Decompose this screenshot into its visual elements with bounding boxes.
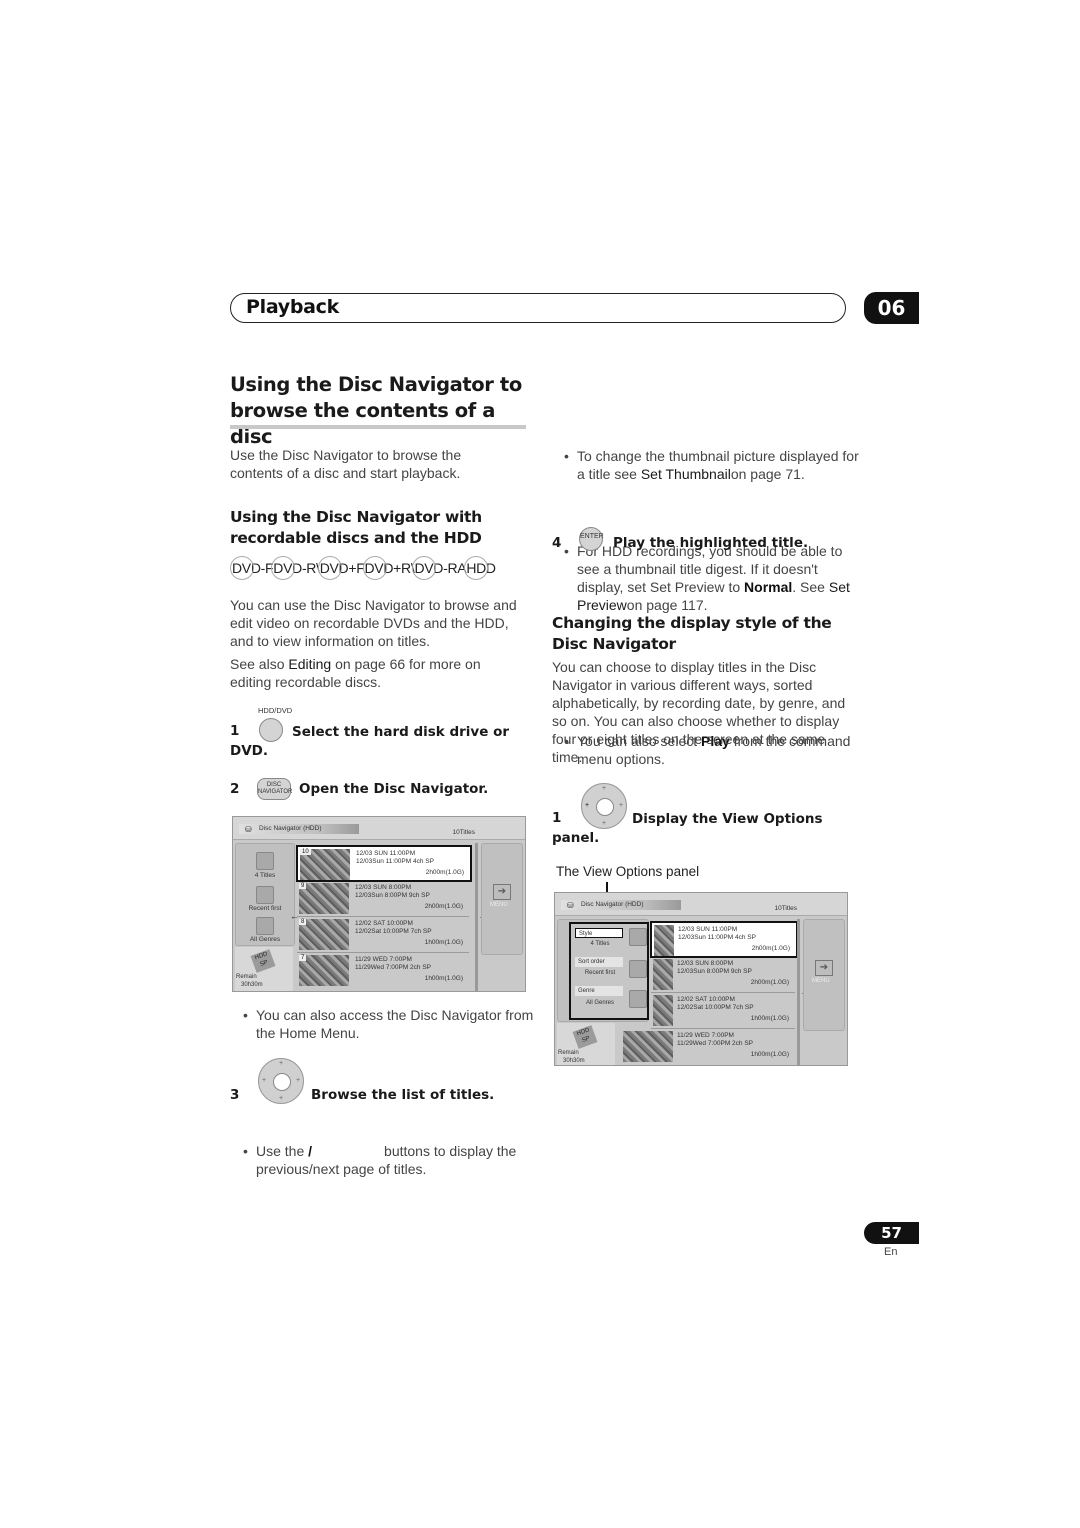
title-row-selected[interactable]: 10 12/03 SUN 11:00PM 12/03Sun 11:00PM 4ch… — [296, 845, 472, 882]
section-title: Playback — [246, 296, 339, 318]
remain-label: Remain — [236, 974, 257, 980]
bullet-page-buttons: Use the /buttons to display the previous… — [240, 1142, 541, 1178]
menu-arrow-icon: ➔ — [493, 884, 511, 900]
title-row[interactable]: 9 12/03 SUN 8:00PM 12/03Sun 8:00PM 9ch SP… — [297, 881, 469, 917]
title-list: 10 12/03 SUN 11:00PM 12/03Sun 11:00PM 4ch… — [296, 841, 473, 991]
disc-navigator-logo-icon: ⛁ — [245, 825, 252, 834]
view-options-panel: Style 4 Titles Sort order Recent first G… — [569, 922, 649, 1020]
paragraph-see-also: See also Editing on page 66 for more on … — [230, 656, 481, 690]
title-thumbnail: 7 — [299, 955, 349, 986]
remaining-space: HDD SP Remain 30h30m — [557, 1023, 615, 1065]
style-list-icon — [256, 852, 274, 870]
step2-text: Open the Disc Navigator. — [299, 781, 489, 797]
genre-value: All Genres — [249, 936, 281, 943]
title-thumbnail: 9 — [299, 883, 349, 914]
remaining-space: HDD SP Remain 30h30m — [235, 947, 293, 991]
hdd-mode-icon: HDD SP — [250, 949, 276, 973]
step3-text: Browse the list of titles. — [311, 1087, 495, 1103]
menu-panel: ➔ MENU — [803, 919, 845, 1031]
remain-time: 30h30m — [241, 982, 263, 988]
paragraph-use: You can use the Disc Navigator to browse… — [230, 597, 517, 649]
menu-label: MENU — [812, 978, 830, 984]
step3-number: 3 — [230, 1087, 240, 1103]
view-options-screen: ⛁ Disc Navigator (HDD) 10Titles HDD SP Re… — [554, 892, 848, 1066]
sort-order-icon — [629, 960, 647, 978]
genre-icon — [256, 917, 274, 935]
sort-order-field[interactable]: Sort order — [575, 957, 623, 967]
genre-value: All Genres — [585, 1000, 614, 1006]
step1-text: Select the hard disk drive or DVD. — [230, 724, 510, 759]
editing-reference: Editing — [288, 656, 332, 672]
right-step1-text: Display the View Options panel. — [552, 811, 823, 846]
screen-title: Disc Navigator (HDD) — [259, 825, 322, 832]
remain-time: 30h30m — [563, 1058, 585, 1064]
subheading-display-style: Changing the display style of the Disc N… — [552, 614, 832, 653]
title-row[interactable]: 8 12/02 SAT 10:00PM 12/02Sat 10:00PM 7ch … — [297, 917, 469, 953]
menu-arrow-icon: ➔ — [815, 960, 833, 976]
genre-field[interactable]: Genre — [575, 986, 623, 996]
options-sidebar: 4 Titles Recent first All Genres — [235, 843, 295, 946]
title-count: 10Titles — [452, 829, 475, 836]
badge-dvd-plus-rw: DVD+R\ — [362, 556, 415, 580]
hdd-dvd-button-label: HDD/DVD — [258, 706, 293, 715]
screen-title: Disc Navigator (HDD) — [581, 901, 644, 908]
title-thumbnail: 10 — [300, 849, 350, 880]
badge-dvd-ram: DVD-RA — [412, 556, 467, 580]
badge-dvd-rw: DVD-R\ — [271, 556, 320, 580]
subheading-recordable: Using the Disc Navigator with recordable… — [230, 508, 482, 547]
sort-order-value: Recent first — [584, 970, 616, 976]
step2-number: 2 — [230, 781, 240, 797]
title-row-selected[interactable]: 12/03 SUN 11:00PM 12/03Sun 11:00PM 4ch SP… — [650, 921, 798, 958]
title-row[interactable]: 12/03 SUN 8:00PM 12/03Sun 8:00PM 9ch SP 2h… — [651, 957, 795, 993]
badge-dvd-plus-r: DVD+F — [317, 556, 365, 580]
disc-navigator-logo-icon: ⛁ — [567, 901, 574, 910]
page-heading: Using the Disc Navigator to browse the c… — [230, 373, 522, 448]
bullet-home-menu: You can also access the Disc Navigator f… — [240, 1006, 541, 1042]
paragraph-display-style: You can choose to display titles in the … — [552, 659, 846, 765]
bullet-thumbnail: To change the thumbnail picture displaye… — [561, 447, 867, 483]
remain-label: Remain — [558, 1050, 579, 1056]
joystick-icon: + + + + — [258, 1058, 304, 1104]
title-thumbnail — [653, 959, 673, 990]
sort-order-icon — [256, 886, 274, 904]
menu-label: MENU — [490, 902, 508, 908]
language-label: En — [884, 1246, 898, 1258]
title-thumbnail — [653, 995, 673, 1026]
bullet-hdd-preview: For HDD recordings, you should be able t… — [561, 542, 867, 614]
style-field[interactable]: Style — [575, 928, 623, 938]
disc-type-badges: DVD-F DVD-R\ DVD+F DVD+R\ DVD-RA HDD — [230, 556, 496, 580]
step4-number: 4 — [552, 535, 562, 551]
disc-navigator-screen: ⛁ Disc Navigator (HDD) 10Titles 4 Titles… — [232, 816, 526, 992]
title-row[interactable]: 11/29 WED 7:00PM 11/29Wed 7:00PM 2ch SP 1h… — [623, 1029, 795, 1064]
genre-icon — [629, 990, 647, 1008]
style-value: 4 Titles — [254, 872, 276, 879]
step4-text: Play the highlighted title. — [613, 535, 809, 551]
title-row[interactable]: 12/02 SAT 10:00PM 12/02Sat 10:00PM 7ch SP… — [651, 993, 795, 1029]
disc-navigator-button-icon: DISC NAVIGATOR — [257, 778, 292, 800]
heading-underline — [230, 425, 526, 429]
hdd-mode-icon: HDD SP — [572, 1025, 598, 1049]
title-count: 10Titles — [774, 905, 797, 912]
title-thumbnail — [623, 1031, 673, 1062]
title-thumbnail: 8 — [299, 919, 349, 950]
page-number: 57 — [864, 1222, 919, 1244]
chapter-tab: 06 — [864, 292, 919, 324]
badge-dvd-r: DVD-F — [230, 556, 274, 580]
title-list: 12/03 SUN 11:00PM 12/03Sun 11:00PM 4ch SP… — [623, 917, 799, 1065]
intro-paragraph: Use the Disc Navigator to browse the con… — [230, 447, 462, 481]
style-value: 4 Titles — [590, 941, 610, 947]
enter-button-icon: ENTER — [579, 527, 604, 551]
style-list-icon — [629, 928, 647, 946]
sort-order-value: Recent first — [248, 905, 282, 912]
view-options-caption: The View Options panel — [556, 864, 700, 879]
menu-panel: ➔ MENU — [481, 843, 523, 955]
set-thumbnail-reference: Set Thumbnail — [640, 466, 731, 482]
title-thumbnail — [654, 925, 674, 956]
badge-hdd: HDD — [464, 556, 496, 580]
title-row[interactable]: 7 11/29 WED 7:00PM 11/29Wed 7:00PM 2ch SP… — [297, 953, 469, 988]
